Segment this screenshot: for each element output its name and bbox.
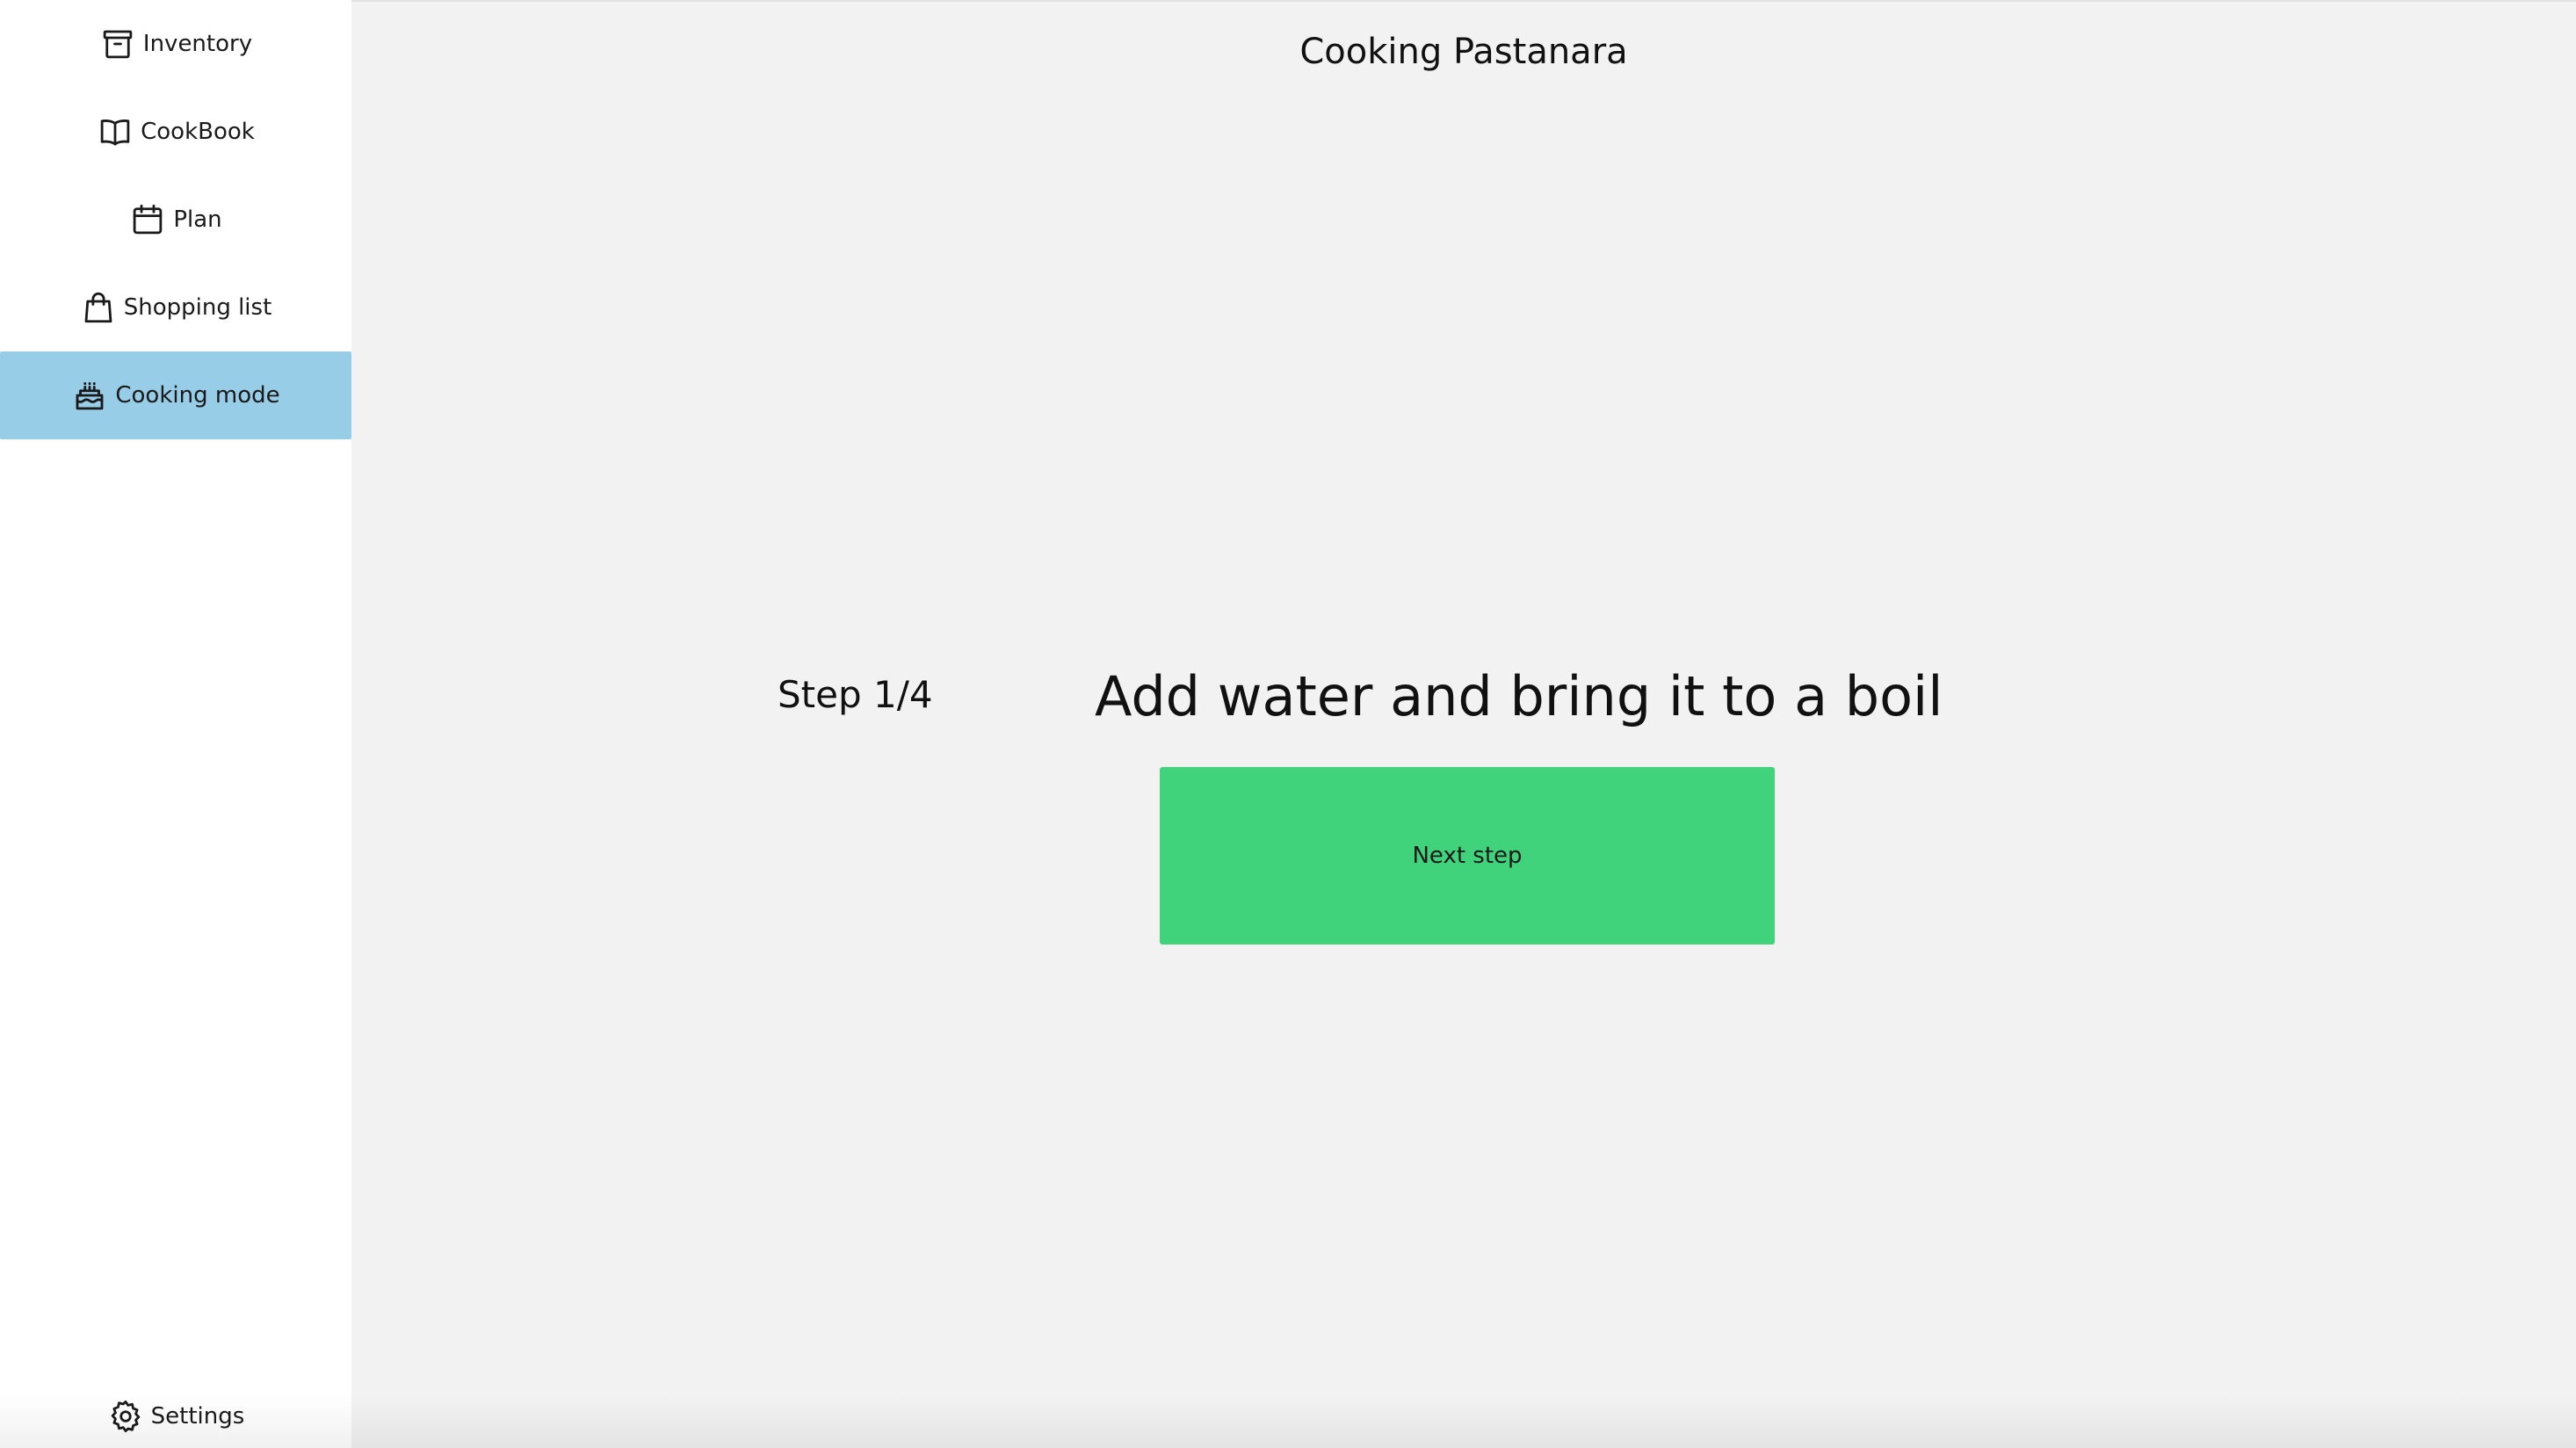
sidebar-item-label: Cooking mode [115, 382, 280, 409]
settings-label: Settings [150, 1403, 245, 1430]
open-book-icon [97, 113, 134, 150]
sidebar-item-inventory[interactable]: Inventory [0, 0, 351, 88]
sidebar-item-label: Shopping list [123, 294, 272, 321]
sidebar-item-label: Plan [173, 206, 222, 233]
app-window: Inventory CookBook Plan Shopping list Co… [0, 0, 2576, 1448]
sidebar: Inventory CookBook Plan Shopping list Co… [0, 0, 351, 1448]
sidebar-item-settings[interactable]: Settings [0, 1372, 351, 1448]
sidebar-item-label: Inventory [142, 31, 253, 57]
step-instruction: Add water and bring it to a boil [1095, 664, 1943, 728]
sidebar-item-cooking-mode[interactable]: Cooking mode [0, 351, 351, 439]
gear-icon [107, 1398, 144, 1435]
cake-icon [71, 377, 108, 414]
main-content: Cooking Pastanara Step 1/4 Add water and… [351, 0, 2576, 1448]
page-title: Cooking Pastanara [1299, 32, 1628, 72]
calendar-icon [129, 201, 166, 238]
step-counter: Step 1/4 [778, 673, 933, 716]
archive-box-icon [99, 25, 136, 62]
sidebar-item-plan[interactable]: Plan [0, 176, 351, 264]
next-step-button[interactable]: Next step [1160, 767, 1775, 945]
sidebar-item-cookbook[interactable]: CookBook [0, 88, 351, 176]
sidebar-item-shopping-list[interactable]: Shopping list [0, 264, 351, 351]
shopping-bag-icon [80, 289, 117, 326]
sidebar-item-label: CookBook [141, 119, 255, 145]
